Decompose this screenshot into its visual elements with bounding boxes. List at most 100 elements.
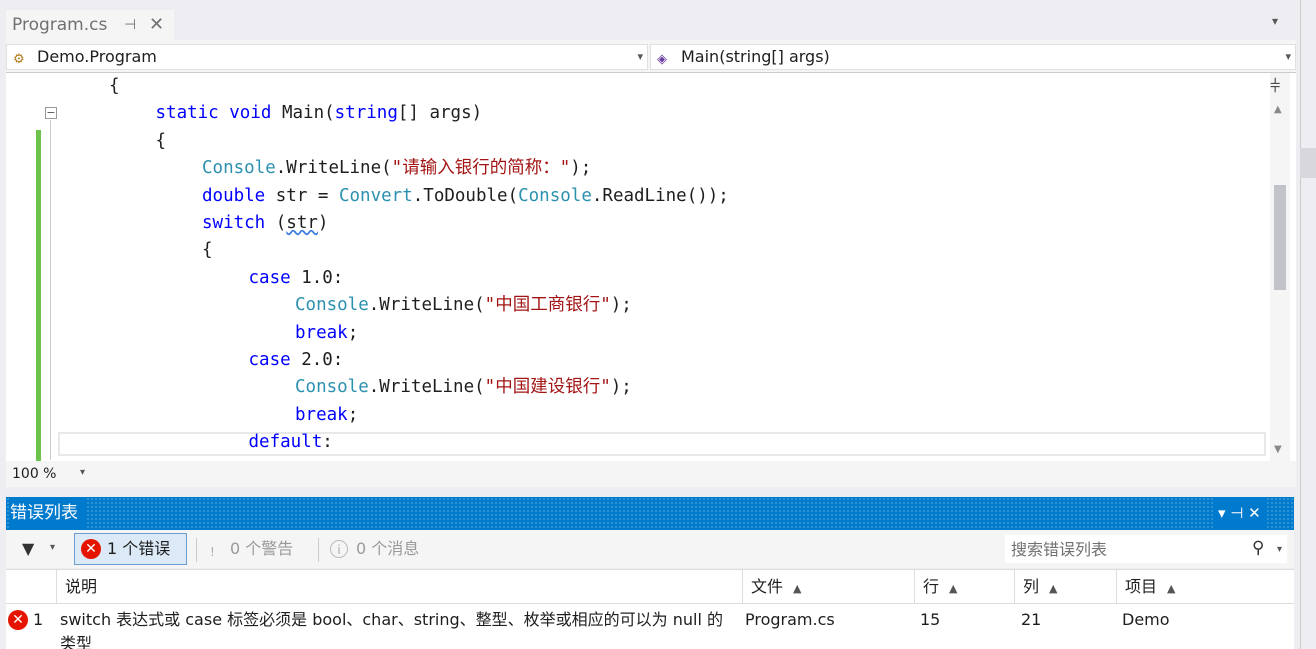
code-editor[interactable] — [6, 73, 1296, 461]
side-panel-tab[interactable] — [1300, 148, 1316, 178]
member-scope-dropdown[interactable]: ◈ Main(string[] args) ▾ — [650, 44, 1296, 70]
error-number: 1 — [33, 610, 44, 629]
code-token: 1.0: — [290, 267, 344, 288]
error-icon: ✕ — [81, 539, 101, 559]
tab-dropdown-icon[interactable]: ▾ — [1272, 14, 1278, 28]
code-token: str — [286, 213, 318, 233]
code-token: { — [202, 240, 213, 261]
column-header-column[interactable]: 列 ▲ — [1014, 569, 1116, 604]
column-header-line[interactable]: 行 ▲ — [914, 569, 1014, 604]
scroll-up-icon[interactable]: ▲ — [1274, 104, 1282, 115]
chevron-down-icon[interactable]: ▾ — [80, 467, 85, 478]
chevron-down-icon[interactable]: ▾ — [1277, 544, 1282, 555]
code-line[interactable]: Console.WriteLine("请输入银行的简称："); — [202, 155, 591, 182]
code-token: str = — [265, 185, 339, 206]
code-token: double — [202, 185, 266, 206]
code-token: ) — [317, 213, 329, 233]
scrollbar-thumb[interactable] — [1274, 185, 1286, 290]
error-column: 21 — [1021, 610, 1042, 629]
warnings-toggle-button[interactable]: 0 个警告 — [206, 533, 293, 565]
code-token: 2.0: — [290, 350, 344, 370]
code-token: break — [295, 404, 348, 425]
code-token: ); — [610, 377, 632, 398]
code-line[interactable]: default: — [249, 429, 333, 456]
column-label: 项目 — [1125, 577, 1158, 596]
code-line[interactable]: break; — [295, 320, 358, 347]
error-list-window-buttons[interactable]: ▾ ⊣ ✕ — [1214, 497, 1265, 530]
split-editor-icon[interactable]: ⫩ — [1270, 76, 1280, 97]
error-file: Program.cs — [745, 610, 835, 629]
column-label: 文件 — [751, 577, 784, 596]
code-token: string — [334, 103, 398, 124]
column-header-project[interactable]: 项目 ▲ — [1116, 569, 1294, 604]
code-token: switch — [202, 213, 266, 233]
code-token: .WriteLine( — [368, 295, 485, 316]
horizontal-scrollbar[interactable] — [6, 461, 1296, 487]
filter-icon[interactable]: ▼ — [22, 539, 34, 558]
code-token: [] args) — [397, 103, 483, 124]
errors-toggle-button[interactable]: ✕ 1 个错误 — [74, 533, 187, 565]
code-token: .WriteLine( — [368, 377, 485, 398]
column-label: 行 — [923, 577, 940, 596]
code-token: { — [109, 76, 120, 96]
sort-ascending-icon: ▲ — [1049, 582, 1058, 595]
code-token: Console — [202, 158, 276, 179]
code-line[interactable]: Console.WriteLine("中国工商银行"); — [295, 292, 632, 319]
change-marker — [36, 130, 41, 461]
error-list-header — [6, 497, 1294, 530]
code-token: case — [248, 350, 291, 370]
outline-guide — [50, 120, 51, 460]
code-token: case — [248, 267, 291, 288]
code-token: Console — [295, 295, 369, 316]
code-line[interactable]: { — [156, 128, 167, 155]
code-line[interactable]: switch (str) — [202, 210, 328, 237]
code-token: .ToDouble( — [412, 185, 519, 206]
code-line[interactable]: break; — [295, 402, 358, 429]
code-token: default — [248, 432, 323, 453]
code-token: ; — [347, 404, 359, 425]
code-token: .WriteLine( — [275, 158, 392, 179]
code-line[interactable]: { — [109, 73, 120, 100]
code-token: ; — [347, 322, 359, 343]
collapse-icon[interactable]: − — [45, 107, 57, 119]
code-token: Console — [518, 185, 592, 206]
column-header-file[interactable]: 文件 ▲ — [742, 569, 914, 604]
sort-ascending-icon: ▲ — [793, 582, 802, 595]
code-line[interactable]: case 2.0: — [249, 347, 344, 374]
code-token: "中国建设银行" — [484, 377, 611, 398]
toolbar-separator — [196, 538, 197, 562]
code-line[interactable]: static void Main(string[] args) — [156, 100, 483, 127]
error-list-search-input[interactable]: 搜索错误列表 — [1004, 534, 1288, 564]
chevron-down-icon[interactable]: ▾ — [50, 542, 55, 553]
error-icon: ✕ — [8, 610, 28, 630]
code-line[interactable]: Console.WriteLine("中国建设银行"); — [295, 374, 632, 401]
warnings-count-label: 0 个警告 — [230, 539, 294, 558]
code-token: static — [155, 103, 219, 124]
toolbar-separator — [318, 538, 319, 562]
zoom-level: 100 % — [12, 466, 57, 482]
column-header-description[interactable]: 说明 — [56, 569, 742, 604]
code-token: : — [322, 432, 333, 453]
code-line[interactable]: { — [202, 237, 213, 264]
error-project: Demo — [1122, 610, 1170, 629]
close-icon[interactable]: ✕ — [149, 10, 164, 40]
code-token: ( — [265, 213, 287, 233]
class-scope-dropdown[interactable]: ⚙ Demo.Program ▾ — [6, 44, 648, 70]
error-line: 15 — [920, 610, 941, 629]
code-token: "请输入银行的简称：" — [391, 158, 571, 179]
column-label: 说明 — [65, 577, 98, 596]
code-line[interactable]: case 1.0: — [249, 265, 344, 292]
code-token: Convert — [338, 185, 413, 206]
sort-ascending-icon: ▲ — [949, 582, 958, 595]
errors-count-label: 1 个错误 — [107, 539, 171, 558]
scroll-down-icon[interactable]: ▼ — [1274, 444, 1282, 455]
search-icon[interactable]: ⚲ — [1252, 538, 1264, 558]
tab-program-cs[interactable]: Program.cs ⊣ ✕ — [6, 10, 174, 40]
messages-toggle-button[interactable]: 0 个消息 — [328, 533, 419, 565]
code-token: "中国工商银行" — [484, 295, 611, 316]
code-line[interactable]: double str = Convert.ToDouble(Console.Re… — [202, 183, 729, 210]
pin-icon[interactable]: ⊣ — [124, 10, 136, 40]
column-label: 列 — [1023, 577, 1040, 596]
code-token: Main( — [271, 103, 335, 124]
